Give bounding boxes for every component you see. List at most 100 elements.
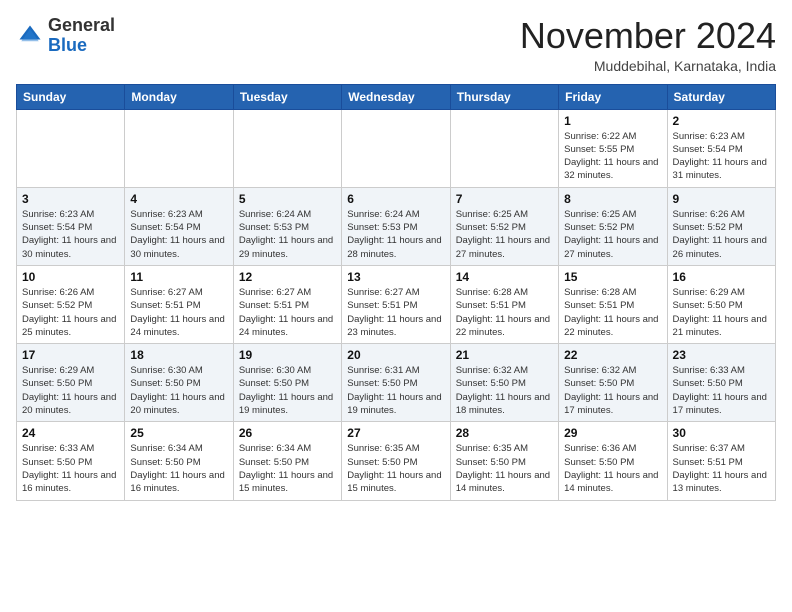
month-title: November 2024 — [520, 16, 776, 56]
day-number: 29 — [564, 426, 661, 440]
day-detail: Sunrise: 6:28 AMSunset: 5:51 PMDaylight:… — [456, 286, 553, 339]
day-detail: Sunrise: 6:29 AMSunset: 5:50 PMDaylight:… — [22, 364, 119, 417]
weekday-thursday: Thursday — [450, 84, 558, 109]
weekday-saturday: Saturday — [667, 84, 775, 109]
day-number: 27 — [347, 426, 444, 440]
day-detail: Sunrise: 6:26 AMSunset: 5:52 PMDaylight:… — [673, 208, 770, 261]
calendar-cell: 4Sunrise: 6:23 AMSunset: 5:54 PMDaylight… — [125, 187, 233, 265]
day-detail: Sunrise: 6:25 AMSunset: 5:52 PMDaylight:… — [456, 208, 553, 261]
calendar-cell — [17, 109, 125, 187]
calendar-cell: 12Sunrise: 6:27 AMSunset: 5:51 PMDayligh… — [233, 265, 341, 343]
weekday-friday: Friday — [559, 84, 667, 109]
day-number: 3 — [22, 192, 119, 206]
day-number: 4 — [130, 192, 227, 206]
calendar-cell: 29 Sunrise: 6:36 AMSunset: 5:50 PMDayligh… — [559, 422, 667, 500]
title-block: November 2024 Muddebihal, Karnataka, Ind… — [520, 16, 776, 74]
day-detail: Sunrise: 6:35 AMSunset: 5:50 PMDaylight:… — [456, 442, 553, 495]
calendar-cell: 10 Sunrise: 6:26 AMSunset: 5:52 PMDayligh… — [17, 265, 125, 343]
calendar-cell: 8 Sunrise: 6:25 AMSunset: 5:52 PMDaylight… — [559, 187, 667, 265]
day-number: 11 — [130, 270, 227, 284]
calendar-cell: 25Sunrise: 6:34 AMSunset: 5:50 PMDayligh… — [125, 422, 233, 500]
day-detail: Sunrise: 6:36 AMSunset: 5:50 PMDaylight:… — [564, 442, 661, 495]
day-number: 22 — [564, 348, 661, 362]
day-number: 1 — [564, 114, 661, 128]
calendar-week-3: 10 Sunrise: 6:26 AMSunset: 5:52 PMDayligh… — [17, 265, 776, 343]
day-detail: Sunrise: 6:34 AMSunset: 5:50 PMDaylight:… — [130, 442, 227, 495]
day-detail: Sunrise: 6:24 AMSunset: 5:53 PMDaylight:… — [239, 208, 336, 261]
weekday-sunday: Sunday — [17, 84, 125, 109]
weekday-tuesday: Tuesday — [233, 84, 341, 109]
day-number: 15 — [564, 270, 661, 284]
calendar-cell: 23Sunrise: 6:33 AMSunset: 5:50 PMDayligh… — [667, 344, 775, 422]
calendar-week-2: 3 Sunrise: 6:23 AMSunset: 5:54 PMDaylight… — [17, 187, 776, 265]
calendar-cell — [125, 109, 233, 187]
calendar-cell: 1 Sunrise: 6:22 AMSunset: 5:55 PMDaylight… — [559, 109, 667, 187]
day-number: 13 — [347, 270, 444, 284]
calendar-cell: 30 Sunrise: 6:37 AMSunset: 5:51 PMDayligh… — [667, 422, 775, 500]
calendar-cell: 16Sunrise: 6:29 AMSunset: 5:50 PMDayligh… — [667, 265, 775, 343]
day-number: 23 — [673, 348, 770, 362]
calendar-cell: 22 Sunrise: 6:32 AMSunset: 5:50 PMDayligh… — [559, 344, 667, 422]
day-detail: Sunrise: 6:27 AMSunset: 5:51 PMDaylight:… — [239, 286, 336, 339]
weekday-header-row: SundayMondayTuesdayWednesdayThursdayFrid… — [17, 84, 776, 109]
day-detail: Sunrise: 6:37 AMSunset: 5:51 PMDaylight:… — [673, 442, 770, 495]
day-number: 14 — [456, 270, 553, 284]
page: General Blue November 2024 Muddebihal, K… — [0, 0, 792, 511]
logo: General Blue — [16, 16, 115, 56]
day-number: 2 — [673, 114, 770, 128]
day-detail: Sunrise: 6:32 AMSunset: 5:50 PMDaylight:… — [564, 364, 661, 417]
calendar-cell: 3 Sunrise: 6:23 AMSunset: 5:54 PMDaylight… — [17, 187, 125, 265]
day-number: 18 — [130, 348, 227, 362]
calendar-cell: 7 Sunrise: 6:25 AMSunset: 5:52 PMDaylight… — [450, 187, 558, 265]
calendar-cell: 24 Sunrise: 6:33 AMSunset: 5:50 PMDayligh… — [17, 422, 125, 500]
day-detail: Sunrise: 6:26 AMSunset: 5:52 PMDaylight:… — [22, 286, 119, 339]
day-number: 10 — [22, 270, 119, 284]
day-number: 7 — [456, 192, 553, 206]
location: Muddebihal, Karnataka, India — [520, 58, 776, 74]
day-number: 20 — [347, 348, 444, 362]
day-number: 30 — [673, 426, 770, 440]
day-number: 21 — [456, 348, 553, 362]
day-detail: Sunrise: 6:22 AMSunset: 5:55 PMDaylight:… — [564, 130, 661, 183]
day-number: 16 — [673, 270, 770, 284]
day-number: 19 — [239, 348, 336, 362]
header: General Blue November 2024 Muddebihal, K… — [16, 16, 776, 74]
day-number: 8 — [564, 192, 661, 206]
day-number: 24 — [22, 426, 119, 440]
day-detail: Sunrise: 6:31 AMSunset: 5:50 PMDaylight:… — [347, 364, 444, 417]
day-detail: Sunrise: 6:28 AMSunset: 5:51 PMDaylight:… — [564, 286, 661, 339]
calendar-cell: 5Sunrise: 6:24 AMSunset: 5:53 PMDaylight… — [233, 187, 341, 265]
calendar-cell: 11 Sunrise: 6:27 AMSunset: 5:51 PMDayligh… — [125, 265, 233, 343]
calendar-cell: 27 Sunrise: 6:35 AMSunset: 5:50 PMDayligh… — [342, 422, 450, 500]
logo-blue: Blue — [48, 35, 87, 55]
weekday-monday: Monday — [125, 84, 233, 109]
day-detail: Sunrise: 6:33 AMSunset: 5:50 PMDaylight:… — [22, 442, 119, 495]
calendar-cell: 15 Sunrise: 6:28 AMSunset: 5:51 PMDayligh… — [559, 265, 667, 343]
day-number: 6 — [347, 192, 444, 206]
day-detail: Sunrise: 6:34 AMSunset: 5:50 PMDaylight:… — [239, 442, 336, 495]
day-number: 26 — [239, 426, 336, 440]
calendar-cell — [342, 109, 450, 187]
day-detail: Sunrise: 6:27 AMSunset: 5:51 PMDaylight:… — [130, 286, 227, 339]
calendar-cell: 26 Sunrise: 6:34 AMSunset: 5:50 PMDayligh… — [233, 422, 341, 500]
calendar-cell — [450, 109, 558, 187]
day-number: 28 — [456, 426, 553, 440]
calendar-week-5: 24 Sunrise: 6:33 AMSunset: 5:50 PMDayligh… — [17, 422, 776, 500]
day-detail: Sunrise: 6:23 AMSunset: 5:54 PMDaylight:… — [22, 208, 119, 261]
day-detail: Sunrise: 6:32 AMSunset: 5:50 PMDaylight:… — [456, 364, 553, 417]
calendar-week-4: 17 Sunrise: 6:29 AMSunset: 5:50 PMDayligh… — [17, 344, 776, 422]
calendar-cell: 6Sunrise: 6:24 AMSunset: 5:53 PMDaylight… — [342, 187, 450, 265]
weekday-wednesday: Wednesday — [342, 84, 450, 109]
day-detail: Sunrise: 6:27 AMSunset: 5:51 PMDaylight:… — [347, 286, 444, 339]
day-detail: Sunrise: 6:23 AMSunset: 5:54 PMDaylight:… — [673, 130, 770, 183]
calendar-cell: 18Sunrise: 6:30 AMSunset: 5:50 PMDayligh… — [125, 344, 233, 422]
calendar-week-1: 1 Sunrise: 6:22 AMSunset: 5:55 PMDaylight… — [17, 109, 776, 187]
day-detail: Sunrise: 6:35 AMSunset: 5:50 PMDaylight:… — [347, 442, 444, 495]
day-number: 17 — [22, 348, 119, 362]
calendar-table: SundayMondayTuesdayWednesdayThursdayFrid… — [16, 84, 776, 501]
calendar-cell — [233, 109, 341, 187]
logo-icon — [16, 22, 44, 50]
day-detail: Sunrise: 6:25 AMSunset: 5:52 PMDaylight:… — [564, 208, 661, 261]
calendar-cell: 19Sunrise: 6:30 AMSunset: 5:50 PMDayligh… — [233, 344, 341, 422]
calendar-cell: 20 Sunrise: 6:31 AMSunset: 5:50 PMDayligh… — [342, 344, 450, 422]
